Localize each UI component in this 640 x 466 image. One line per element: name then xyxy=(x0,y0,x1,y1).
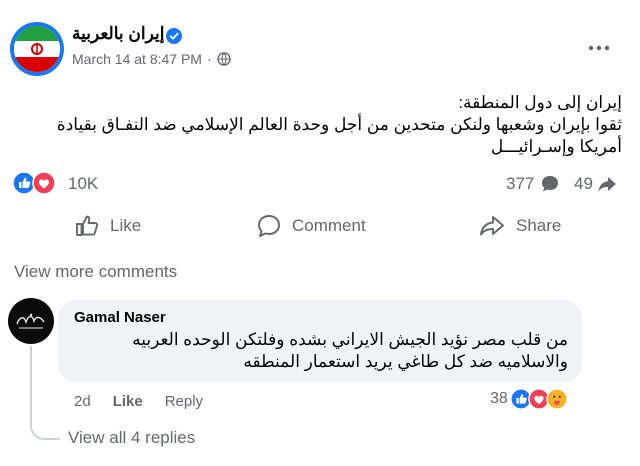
share-arrow-icon xyxy=(598,177,616,192)
post-text-line: إيران إلى دول المنطقة: xyxy=(458,93,622,112)
thumbs-up-icon xyxy=(76,215,99,236)
share-icon xyxy=(480,216,504,236)
comment-text-line: من قلب مصر نؤيد الجيش الايراني بشده وفلت… xyxy=(132,330,568,349)
comment-text: من قلب مصر نؤيد الجيش الايراني بشده وفلت… xyxy=(68,329,568,373)
reactions-count[interactable]: 10K xyxy=(68,174,98,194)
reply-thread-line xyxy=(30,346,60,440)
comment-icon xyxy=(258,215,280,237)
verified-badge-icon xyxy=(166,28,182,44)
share-button-label: Share xyxy=(516,216,562,235)
love-reaction-icon xyxy=(32,171,56,195)
comment-reactions-count: 38 xyxy=(490,390,508,407)
commenter-name[interactable]: Gamal Naser xyxy=(74,309,166,326)
care-reaction-icon xyxy=(546,388,568,410)
post-text: إيران إلى دول المنطقة: ثقوا بإيران وشعبه… xyxy=(12,92,622,158)
post-text-line: أمريكا وإسـرائيـــل xyxy=(490,137,622,156)
post-timestamp[interactable]: March 14 at 8:47 PM xyxy=(72,51,202,67)
page-avatar[interactable] xyxy=(10,22,64,76)
view-more-comments-link[interactable]: View more comments xyxy=(14,262,177,282)
globe-icon xyxy=(216,52,231,66)
comment-like-button[interactable]: Like xyxy=(113,393,143,410)
comment-bubble-icon xyxy=(542,176,559,192)
comment-reply-button[interactable]: Reply xyxy=(165,393,203,410)
comment-text-line: والاسلاميه ضد كل طاغي يريد استعمار المنط… xyxy=(243,352,568,371)
iran-flag-icon xyxy=(14,26,60,72)
post-card: إيران بالعربية March 14 at 8:47 PM · إير… xyxy=(0,0,640,466)
shares-count[interactable]: 49 xyxy=(574,174,617,194)
commenter-avatar[interactable] xyxy=(8,298,54,344)
reaction-icons[interactable] xyxy=(12,171,56,195)
comment-button-label: Comment xyxy=(292,216,366,235)
page-name[interactable]: إيران بالعربية xyxy=(72,24,164,44)
comments-count[interactable]: 377 xyxy=(506,174,560,194)
shares-count-value: 49 xyxy=(574,174,593,193)
post-meta: March 14 at 8:47 PM · xyxy=(72,51,231,67)
like-button[interactable]: Like xyxy=(74,208,141,244)
like-button-label: Like xyxy=(110,216,142,235)
comment-button[interactable]: Comment xyxy=(256,208,366,244)
share-button[interactable]: Share xyxy=(478,208,561,244)
comment-actions: 2d Like Reply xyxy=(74,393,203,410)
view-replies-link[interactable]: View all 4 replies xyxy=(68,428,195,448)
comment-reactions[interactable]: 38 xyxy=(490,388,568,410)
more-options-icon[interactable] xyxy=(585,40,613,56)
comments-count-value: 377 xyxy=(506,174,535,193)
calligraphy-emblem-icon xyxy=(16,313,45,329)
meta-separator: · xyxy=(206,51,212,67)
post-text-line: ثقوا بإيران وشعبها ولنكن متحدين من أجل و… xyxy=(56,115,622,134)
comment-age[interactable]: 2d xyxy=(74,393,91,410)
